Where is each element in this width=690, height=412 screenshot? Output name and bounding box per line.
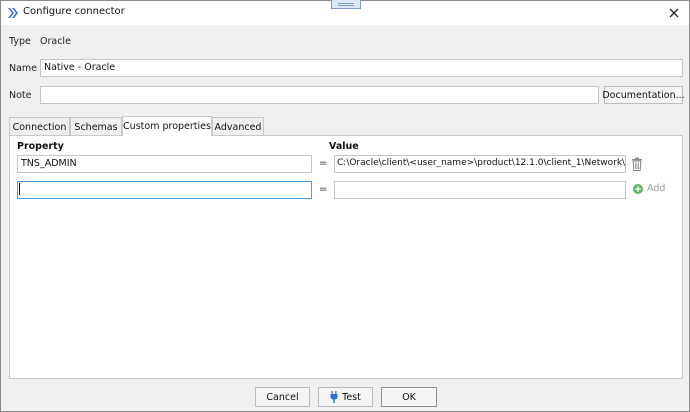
documentation-button[interactable]: Documentation... xyxy=(602,86,685,104)
test-button[interactable]: Test xyxy=(318,387,373,407)
property-name-field[interactable]: TNS_ADMIN xyxy=(17,155,312,173)
test-label: Test xyxy=(342,391,361,403)
tab-custom-properties[interactable]: Custom properties xyxy=(122,116,212,136)
trash-icon[interactable] xyxy=(631,157,643,171)
value-column-header: Value xyxy=(329,141,359,152)
double-chevron-icon xyxy=(8,8,18,18)
tab-schemas[interactable]: Schemas xyxy=(70,117,122,136)
cancel-button[interactable]: Cancel xyxy=(255,387,310,407)
window-title: Configure connector xyxy=(23,6,125,17)
equals-sign: = xyxy=(319,184,328,195)
tab-connection[interactable]: Connection xyxy=(9,117,70,136)
add-property-button[interactable]: Add xyxy=(633,183,665,194)
note-field[interactable] xyxy=(40,86,599,104)
name-field[interactable]: Native - Oracle xyxy=(40,59,683,77)
close-icon xyxy=(669,8,679,18)
text-cursor xyxy=(19,183,20,195)
type-label: Type xyxy=(9,36,31,47)
plus-circle-icon xyxy=(633,183,643,194)
equals-sign: = xyxy=(319,158,328,169)
ok-button[interactable]: OK xyxy=(381,387,437,407)
configure-connector-dialog: Configure connector Type Oracle Name Nat… xyxy=(0,0,690,412)
close-button[interactable] xyxy=(665,4,683,22)
cancel-label: Cancel xyxy=(266,391,299,403)
title-bar: Configure connector xyxy=(1,0,689,25)
tab-advanced[interactable]: Advanced xyxy=(212,117,264,136)
ok-label: OK xyxy=(402,391,416,403)
new-property-value-field[interactable] xyxy=(334,181,626,199)
drag-grip[interactable] xyxy=(331,0,361,9)
property-value-field[interactable]: C:\Oracle\client\<user_name>\product\12.… xyxy=(334,155,626,173)
name-label: Name xyxy=(9,63,38,74)
property-column-header: Property xyxy=(17,141,64,152)
note-label: Note xyxy=(9,90,32,101)
new-property-name-field[interactable] xyxy=(17,181,312,199)
type-value: Oracle xyxy=(40,36,71,47)
add-label: Add xyxy=(647,183,666,194)
plug-icon xyxy=(330,391,338,403)
